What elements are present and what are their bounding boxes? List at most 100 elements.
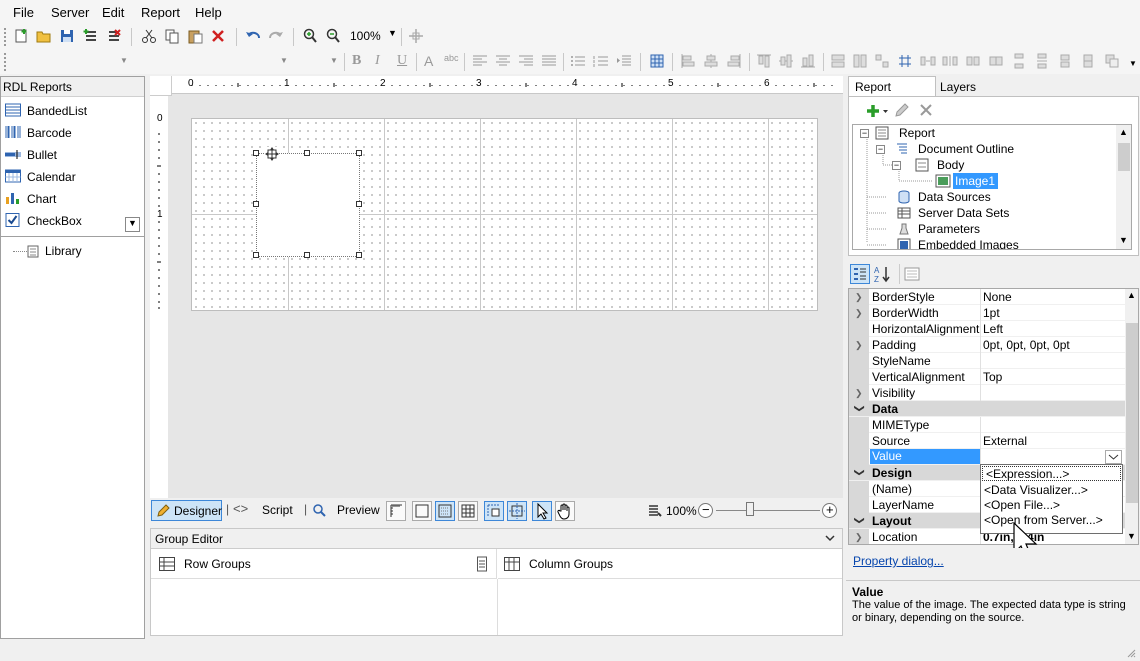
tab-preview[interactable]: Preview <box>337 503 380 517</box>
remove-h-spacing-icon[interactable] <box>988 53 1004 69</box>
image1-element[interactable] <box>256 153 360 257</box>
decrease-h-spacing-icon[interactable] <box>965 53 981 69</box>
dropdown-option-open-file[interactable]: <Open File...> <box>984 498 1060 512</box>
increase-v-spacing-icon[interactable] <box>1034 53 1050 69</box>
dropdown-option-open-from-server[interactable]: <Open from Server...> <box>984 513 1103 527</box>
justify-icon[interactable] <box>541 54 557 70</box>
align-centers-icon[interactable] <box>703 53 719 69</box>
prop-row-visibility[interactable]: ❯ Visibility <box>849 385 1125 401</box>
zoom-level[interactable]: 100% <box>350 29 381 43</box>
paste-icon[interactable] <box>187 28 203 44</box>
same-width-icon[interactable] <box>830 53 846 69</box>
categorized-view-icon[interactable] <box>850 264 870 284</box>
tree-scrollbar[interactable]: ▲ ▼ <box>1116 125 1131 249</box>
same-size-icon[interactable] <box>874 53 890 69</box>
prop-row-borderwidth[interactable]: ❯ BorderWidth 1pt <box>849 305 1125 321</box>
align-rights-icon[interactable] <box>726 53 742 69</box>
spellcheck-icon[interactable]: abc <box>444 53 459 63</box>
snap-lines-icon[interactable] <box>484 501 504 521</box>
align-tops-icon[interactable] <box>756 53 772 69</box>
prop-row-verticalalignment[interactable]: VerticalAlignment Top <box>849 369 1125 385</box>
property-pages-icon[interactable] <box>904 266 920 282</box>
font-name-select[interactable]: ▼ <box>12 53 132 71</box>
align-middles-icon[interactable] <box>778 53 794 69</box>
toolbar-overflow-icon[interactable]: ▼ <box>1129 59 1137 68</box>
undo-icon[interactable] <box>245 28 261 44</box>
pointer-tool-icon[interactable] <box>532 501 552 521</box>
toolbox-item-chart[interactable]: Chart <box>5 189 135 209</box>
numbered-list-icon[interactable] <box>593 54 609 70</box>
add-icon[interactable] <box>866 102 890 120</box>
remove-v-spacing-icon[interactable] <box>1080 53 1096 69</box>
redo-icon[interactable] <box>268 28 284 44</box>
bring-front-icon[interactable] <box>1104 53 1120 69</box>
property-grid-scrollbar[interactable]: ▲ ▼ <box>1125 289 1138 544</box>
align-bottoms-icon[interactable] <box>800 53 816 69</box>
align-left-icon[interactable] <box>472 54 488 70</box>
vertical-spacing-icon[interactable] <box>1011 53 1027 69</box>
snap-grid-icon[interactable] <box>649 53 665 69</box>
snap-grid-toggle-icon[interactable] <box>507 501 527 521</box>
resize-grip-icon[interactable] <box>1126 648 1136 658</box>
toolbox-item-bandedlist[interactable]: BandedList <box>5 101 135 121</box>
prop-row-source[interactable]: Source External <box>849 433 1125 449</box>
prop-row-mimetype[interactable]: MIMEType <box>849 417 1125 433</box>
grid-toggle-icon[interactable] <box>435 501 455 521</box>
toolbox-item-checkbox[interactable]: CheckBox <box>5 211 135 231</box>
size-to-grid-icon[interactable] <box>897 53 913 69</box>
outline-toggle-icon[interactable] <box>412 501 432 521</box>
toolbox-scroll-button[interactable]: ▼ <box>125 217 140 232</box>
table-grid-icon[interactable] <box>458 501 478 521</box>
tab-layers[interactable]: Layers <box>936 78 976 96</box>
delete-node-icon[interactable] <box>918 102 934 118</box>
zoom-slider-track[interactable] <box>716 510 820 511</box>
remove-item-icon[interactable] <box>106 28 122 44</box>
hand-tool-icon[interactable] <box>555 501 575 521</box>
cut-icon[interactable] <box>141 28 157 44</box>
new-report-icon[interactable] <box>13 28 29 44</box>
zoom-out-button[interactable]: − <box>698 502 713 518</box>
dropdown-option-data-visualizer[interactable]: <Data Visualizer...> <box>984 483 1088 497</box>
menu-report[interactable]: Report <box>141 5 180 20</box>
underline-icon[interactable]: U <box>397 53 407 69</box>
toolbox-item-bullet[interactable]: Bullet <box>5 145 135 165</box>
collapse-chevron-icon[interactable] <box>825 535 835 543</box>
menu-file[interactable]: File <box>13 5 34 20</box>
align-lefts-icon[interactable] <box>680 53 696 69</box>
same-height-icon[interactable] <box>852 53 868 69</box>
menu-server[interactable]: Server <box>51 5 89 20</box>
zoom-in-icon[interactable] <box>302 28 318 44</box>
copy-icon[interactable] <box>164 28 180 44</box>
report-body[interactable] <box>191 118 818 311</box>
bold-icon[interactable]: B <box>352 53 361 69</box>
decrease-v-spacing-icon[interactable] <box>1057 53 1073 69</box>
tab-report-explorer[interactable]: Report Explorer <box>848 76 936 108</box>
dropdown-option-expression[interactable]: <Expression...> <box>982 466 1121 481</box>
add-item-icon[interactable] <box>83 28 99 44</box>
italic-icon[interactable]: I <box>375 53 380 69</box>
zoom-slider-thumb[interactable] <box>746 502 754 516</box>
edit-icon[interactable] <box>894 102 910 118</box>
style-select[interactable]: ▼ <box>300 53 340 71</box>
prop-category-data[interactable]: ❯ Data <box>849 401 1125 417</box>
prop-row-value[interactable]: Value <box>849 449 1125 465</box>
toolbox-item-barcode[interactable]: Barcode <box>5 123 135 143</box>
ruler-toggle-icon[interactable] <box>386 501 406 521</box>
open-icon[interactable] <box>36 28 52 44</box>
increase-h-spacing-icon[interactable] <box>942 53 958 69</box>
prop-row-horizontalalignment[interactable]: HorizontalAlignment Left <box>849 321 1125 337</box>
zoom-out-icon[interactable] <box>325 28 341 44</box>
bullet-list-icon[interactable] <box>570 54 586 70</box>
row-groups-menu-icon[interactable] <box>477 556 487 572</box>
menu-help[interactable]: Help <box>195 5 222 20</box>
zoom-in-button[interactable]: + <box>822 502 837 518</box>
value-dropdown-button[interactable] <box>1105 450 1122 464</box>
zoom-dropdown-icon[interactable]: ▼ <box>388 28 397 38</box>
delete-icon[interactable] <box>210 28 226 44</box>
alphabetical-view-icon[interactable]: AZ <box>873 264 893 284</box>
align-center-icon[interactable] <box>495 54 511 70</box>
prop-row-borderstyle[interactable]: ❯ BorderStyle None <box>849 289 1125 305</box>
prop-row-padding[interactable]: ❯ Padding 0pt, 0pt, 0pt, 0pt <box>849 337 1125 353</box>
horizontal-spacing-icon[interactable] <box>920 53 936 69</box>
tab-designer[interactable]: Designer <box>151 500 222 521</box>
